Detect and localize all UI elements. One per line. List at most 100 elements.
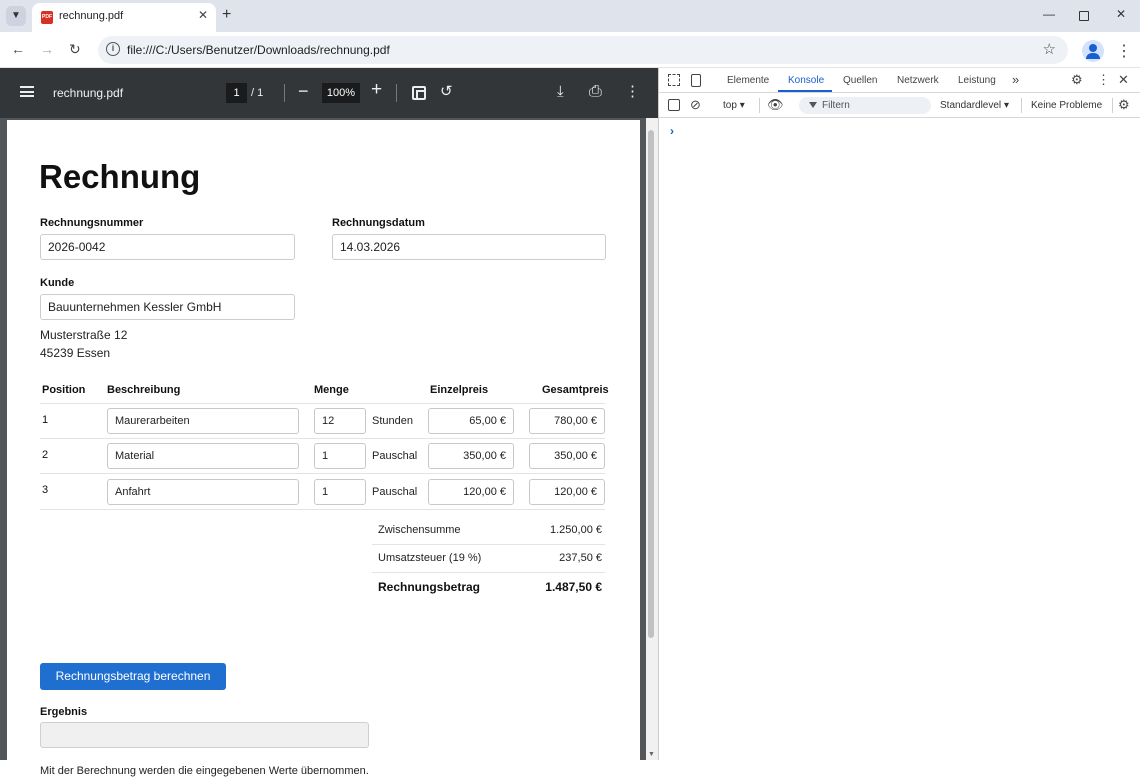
- column-header-unit-price: Einzelpreis: [430, 384, 489, 396]
- result-field[interactable]: [40, 722, 369, 748]
- tab-close-icon[interactable]: ✕: [198, 8, 208, 22]
- fit-page-icon[interactable]: [412, 86, 426, 100]
- unit-price-input[interactable]: 120,00 €: [428, 479, 514, 505]
- new-tab-button[interactable]: +: [222, 6, 231, 24]
- scrollbar-thumb[interactable]: [648, 130, 654, 638]
- calculate-total-button[interactable]: Rechnungsbetrag berechnen: [40, 663, 226, 690]
- live-expression-eye-icon[interactable]: 👁: [767, 98, 784, 112]
- invoice-date-field[interactable]: 14.03.2026: [332, 234, 606, 260]
- page-total: / 1: [251, 87, 264, 99]
- context-value: top: [723, 100, 737, 111]
- site-info-icon[interactable]: i: [106, 42, 120, 56]
- reload-icon[interactable]: ↻: [69, 41, 81, 57]
- back-arrow-icon[interactable]: ←: [11, 41, 25, 57]
- invoice-number-field[interactable]: 2026-0042: [40, 234, 295, 260]
- more-tabs-icon[interactable]: »: [1012, 73, 1019, 87]
- console-settings-icon[interactable]: ⚙: [1118, 98, 1130, 112]
- console-toolbar: ⊘ top ▾ 👁 Filtern Standardlevel ▾ Keine …: [659, 93, 1140, 118]
- pdf-file-icon: PDF: [41, 11, 53, 24]
- grand-total-value: 1.487,50 €: [545, 580, 602, 594]
- unit-price-input[interactable]: 65,00 €: [428, 408, 514, 434]
- print-icon[interactable]: ⎙: [589, 83, 602, 101]
- issues-counter[interactable]: Keine Probleme: [1031, 100, 1102, 111]
- bookmark-star-icon[interactable]: ☆: [1043, 40, 1056, 58]
- pdf-page: Rechnung Rechnungsnummer 2026-0042 Rechn…: [7, 120, 640, 777]
- minimize-icon[interactable]: —: [1043, 7, 1055, 21]
- customer-field[interactable]: Bauunternehmen Kessler GmbH: [40, 294, 295, 320]
- unit-label: Stunden: [372, 415, 413, 427]
- toolbar-divider: [284, 84, 285, 102]
- devtools-tab-network[interactable]: Netzwerk: [897, 75, 939, 86]
- download-icon[interactable]: ⤓: [557, 83, 564, 101]
- devtools-tab-sources[interactable]: Quellen: [843, 75, 877, 86]
- address-bar[interactable]: i file:///C:/Users/Benutzer/Downloads/re…: [98, 36, 1068, 64]
- column-header-quantity: Menge: [314, 384, 349, 396]
- zoom-in-icon[interactable]: +: [371, 79, 382, 101]
- tab-strip: ▼ PDF rechnung.pdf ✕ + — ✕: [0, 0, 1140, 32]
- table-divider: [40, 509, 605, 510]
- close-window-icon[interactable]: ✕: [1116, 7, 1126, 21]
- unit-price-input[interactable]: 350,00 €: [428, 443, 514, 469]
- table-divider: [40, 403, 605, 404]
- devtools-tab-elements[interactable]: Elemente: [727, 75, 769, 86]
- quantity-input[interactable]: 12: [314, 408, 366, 434]
- totals-divider: [372, 544, 605, 545]
- sidebar-toggle-icon[interactable]: [668, 99, 680, 111]
- result-label: Ergebnis: [40, 706, 88, 718]
- address-street: Musterstraße 12: [40, 328, 128, 342]
- column-header-total-price: Gesamtpreis: [542, 384, 609, 396]
- page-number-input[interactable]: 1: [226, 83, 247, 103]
- zoom-input[interactable]: 100%: [322, 83, 360, 103]
- vat-value: 237,50 €: [559, 552, 602, 564]
- total-price-input[interactable]: 350,00 €: [529, 443, 605, 469]
- zoom-out-icon[interactable]: −: [298, 81, 309, 102]
- vat-label: Umsatzsteuer (19 %): [378, 552, 482, 564]
- devtools-panel: Elemente Konsole Quellen Netzwerk Leistu…: [659, 68, 1140, 760]
- pdf-scrollbar[interactable]: ▼: [646, 118, 658, 760]
- customer-label: Kunde: [40, 277, 75, 289]
- url-text[interactable]: file:///C:/Users/Benutzer/Downloads/rech…: [127, 43, 390, 57]
- browser-menu-icon[interactable]: ⋮: [1116, 41, 1132, 61]
- dropdown-arrow-icon: ▾: [1003, 100, 1009, 111]
- scroll-down-arrow-icon[interactable]: ▼: [648, 751, 655, 758]
- maximize-icon[interactable]: [1079, 11, 1089, 21]
- close-devtools-icon[interactable]: ✕: [1118, 73, 1129, 87]
- inspect-element-icon[interactable]: [668, 74, 680, 86]
- description-input[interactable]: Material: [107, 443, 299, 469]
- subtotal-value: 1.250,00 €: [550, 524, 602, 536]
- invoice-title: Rechnung: [39, 158, 201, 195]
- hamburger-menu-icon[interactable]: [20, 86, 34, 97]
- settings-gear-icon[interactable]: ⚙: [1071, 73, 1083, 87]
- profile-avatar-icon[interactable]: [1082, 40, 1104, 62]
- forward-arrow-icon[interactable]: →: [40, 41, 54, 57]
- quantity-input[interactable]: 1: [314, 443, 366, 469]
- calculation-note: Mit der Berechnung werden die eingegeben…: [40, 765, 369, 777]
- browser-toolbar: ← → ↻ i file:///C:/Users/Benutzer/Downlo…: [0, 32, 1140, 68]
- console-prompt-icon[interactable]: ›: [670, 124, 674, 138]
- devtools-menu-icon[interactable]: ⋮: [1097, 73, 1110, 87]
- browser-tab[interactable]: PDF rechnung.pdf ✕: [32, 3, 216, 32]
- grand-total-label: Rechnungsbetrag: [378, 580, 481, 594]
- rotate-icon[interactable]: ↺: [440, 83, 453, 101]
- total-price-input[interactable]: 120,00 €: [529, 479, 605, 505]
- invoice-number-label: Rechnungsnummer: [40, 217, 144, 229]
- devtools-tab-performance[interactable]: Leistung: [958, 75, 996, 86]
- total-price-input[interactable]: 780,00 €: [529, 408, 605, 434]
- tab-title: rechnung.pdf: [59, 10, 124, 22]
- description-input[interactable]: Maurerarbeiten: [107, 408, 299, 434]
- quantity-input[interactable]: 1: [314, 479, 366, 505]
- clear-console-icon[interactable]: ⊘: [690, 98, 701, 112]
- table-divider: [40, 438, 605, 439]
- tab-search-button[interactable]: ▼: [6, 6, 26, 26]
- context-selector[interactable]: top ▾: [723, 100, 745, 111]
- devtools-tab-console[interactable]: Konsole: [788, 75, 824, 86]
- pdf-toolbar: rechnung.pdf 1 / 1 − 100% + ↺ ⤓ ⎙ ⋮: [0, 68, 658, 118]
- log-level-select[interactable]: Standardlevel ▾: [940, 100, 1009, 111]
- description-input[interactable]: Anfahrt: [107, 479, 299, 505]
- totals-divider: [372, 572, 605, 573]
- address-city: 45239 Essen: [40, 346, 111, 360]
- more-actions-icon[interactable]: ⋮: [625, 83, 640, 101]
- row-position: 1: [42, 414, 49, 426]
- device-toolbar-icon[interactable]: [691, 74, 701, 87]
- console-filter-input[interactable]: Filtern: [799, 97, 931, 114]
